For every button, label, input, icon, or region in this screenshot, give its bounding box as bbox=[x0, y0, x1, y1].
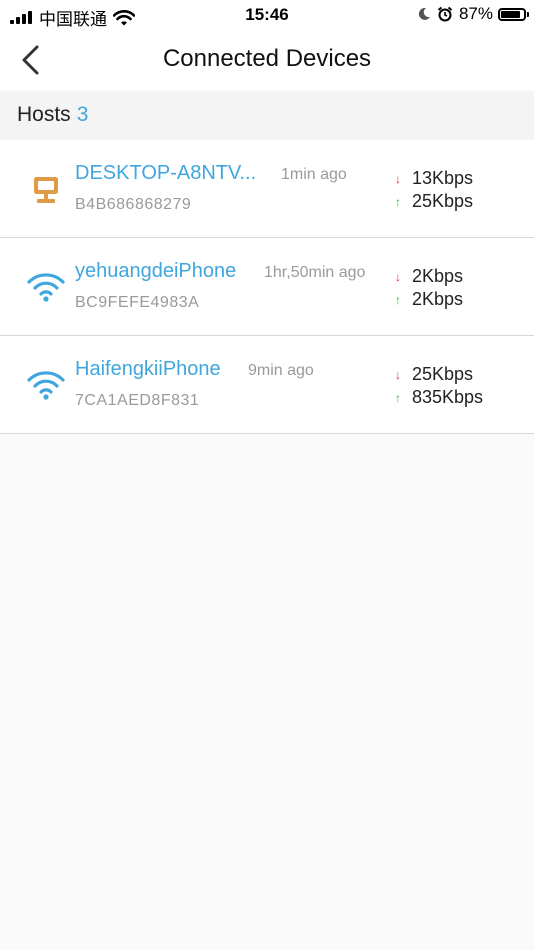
download-value: 13Kbps bbox=[412, 168, 474, 188]
hosts-section-header: Hosts 3 bbox=[0, 92, 534, 140]
navigation-bar: Connected Devices bbox=[0, 30, 534, 90]
upload-speed: ↑ 835Kbps bbox=[393, 387, 483, 408]
page-title: Connected Devices bbox=[162, 45, 372, 72]
hosts-count: 3 bbox=[76, 103, 89, 126]
download-speed: ↓ 25Kbps bbox=[393, 364, 473, 385]
status-bar: 中国联通 15:46 87% bbox=[0, 0, 534, 30]
download-speed: ↓ 13Kbps bbox=[393, 168, 473, 189]
download-arrow-icon: ↓ bbox=[395, 269, 401, 284]
upload-speed: ↑ 2Kbps bbox=[393, 289, 463, 310]
computer-icon bbox=[34, 177, 58, 203]
wifi-icon bbox=[27, 371, 65, 400]
upload-arrow-icon: ↑ bbox=[395, 194, 401, 209]
device-row[interactable]: yehuangdeiPhone 1hr,50min ago BC9FEFE498… bbox=[0, 238, 534, 336]
mac-address: B4B686868279 bbox=[75, 196, 192, 213]
upload-arrow-icon: ↑ bbox=[395, 390, 401, 405]
upload-speed: ↑ 25Kbps bbox=[393, 191, 473, 212]
last-seen: 1min ago bbox=[281, 166, 347, 183]
upload-value: 25Kbps bbox=[412, 191, 474, 211]
battery-percent: 87% bbox=[458, 4, 493, 23]
battery-icon bbox=[498, 7, 529, 21]
wifi-icon bbox=[27, 273, 65, 302]
download-value: 25Kbps bbox=[412, 364, 474, 384]
download-arrow-icon: ↓ bbox=[395, 367, 401, 382]
download-arrow-icon: ↓ bbox=[395, 171, 401, 186]
device-list: DESKTOP-A8NTV... 1min ago B4B686868279 ↓… bbox=[0, 140, 534, 434]
device-name: DESKTOP-A8NTV... bbox=[75, 162, 257, 184]
upload-value: 2Kbps bbox=[412, 289, 464, 309]
hosts-label-group: Hosts 3 bbox=[17, 103, 88, 127]
last-seen: 9min ago bbox=[248, 362, 314, 379]
download-speed: ↓ 2Kbps bbox=[393, 266, 463, 287]
alarm-icon bbox=[437, 6, 453, 22]
moon-icon bbox=[418, 7, 430, 20]
device-row[interactable]: DESKTOP-A8NTV... 1min ago B4B686868279 ↓… bbox=[0, 140, 534, 238]
mac-address: BC9FEFE4983A bbox=[75, 294, 200, 311]
status-right: 87% bbox=[417, 4, 529, 24]
download-value: 2Kbps bbox=[412, 266, 464, 286]
upload-value: 835Kbps bbox=[412, 387, 484, 407]
device-row[interactable]: HaifengkiiPhone 9min ago 7CA1AED8F831 ↓ … bbox=[0, 336, 534, 434]
last-seen: 1hr,50min ago bbox=[264, 264, 366, 281]
upload-arrow-icon: ↑ bbox=[395, 292, 401, 307]
device-name: HaifengkiiPhone bbox=[75, 358, 221, 380]
mac-address: 7CA1AED8F831 bbox=[75, 392, 200, 409]
hosts-label: Hosts bbox=[17, 103, 71, 126]
device-name: yehuangdeiPhone bbox=[75, 260, 237, 282]
